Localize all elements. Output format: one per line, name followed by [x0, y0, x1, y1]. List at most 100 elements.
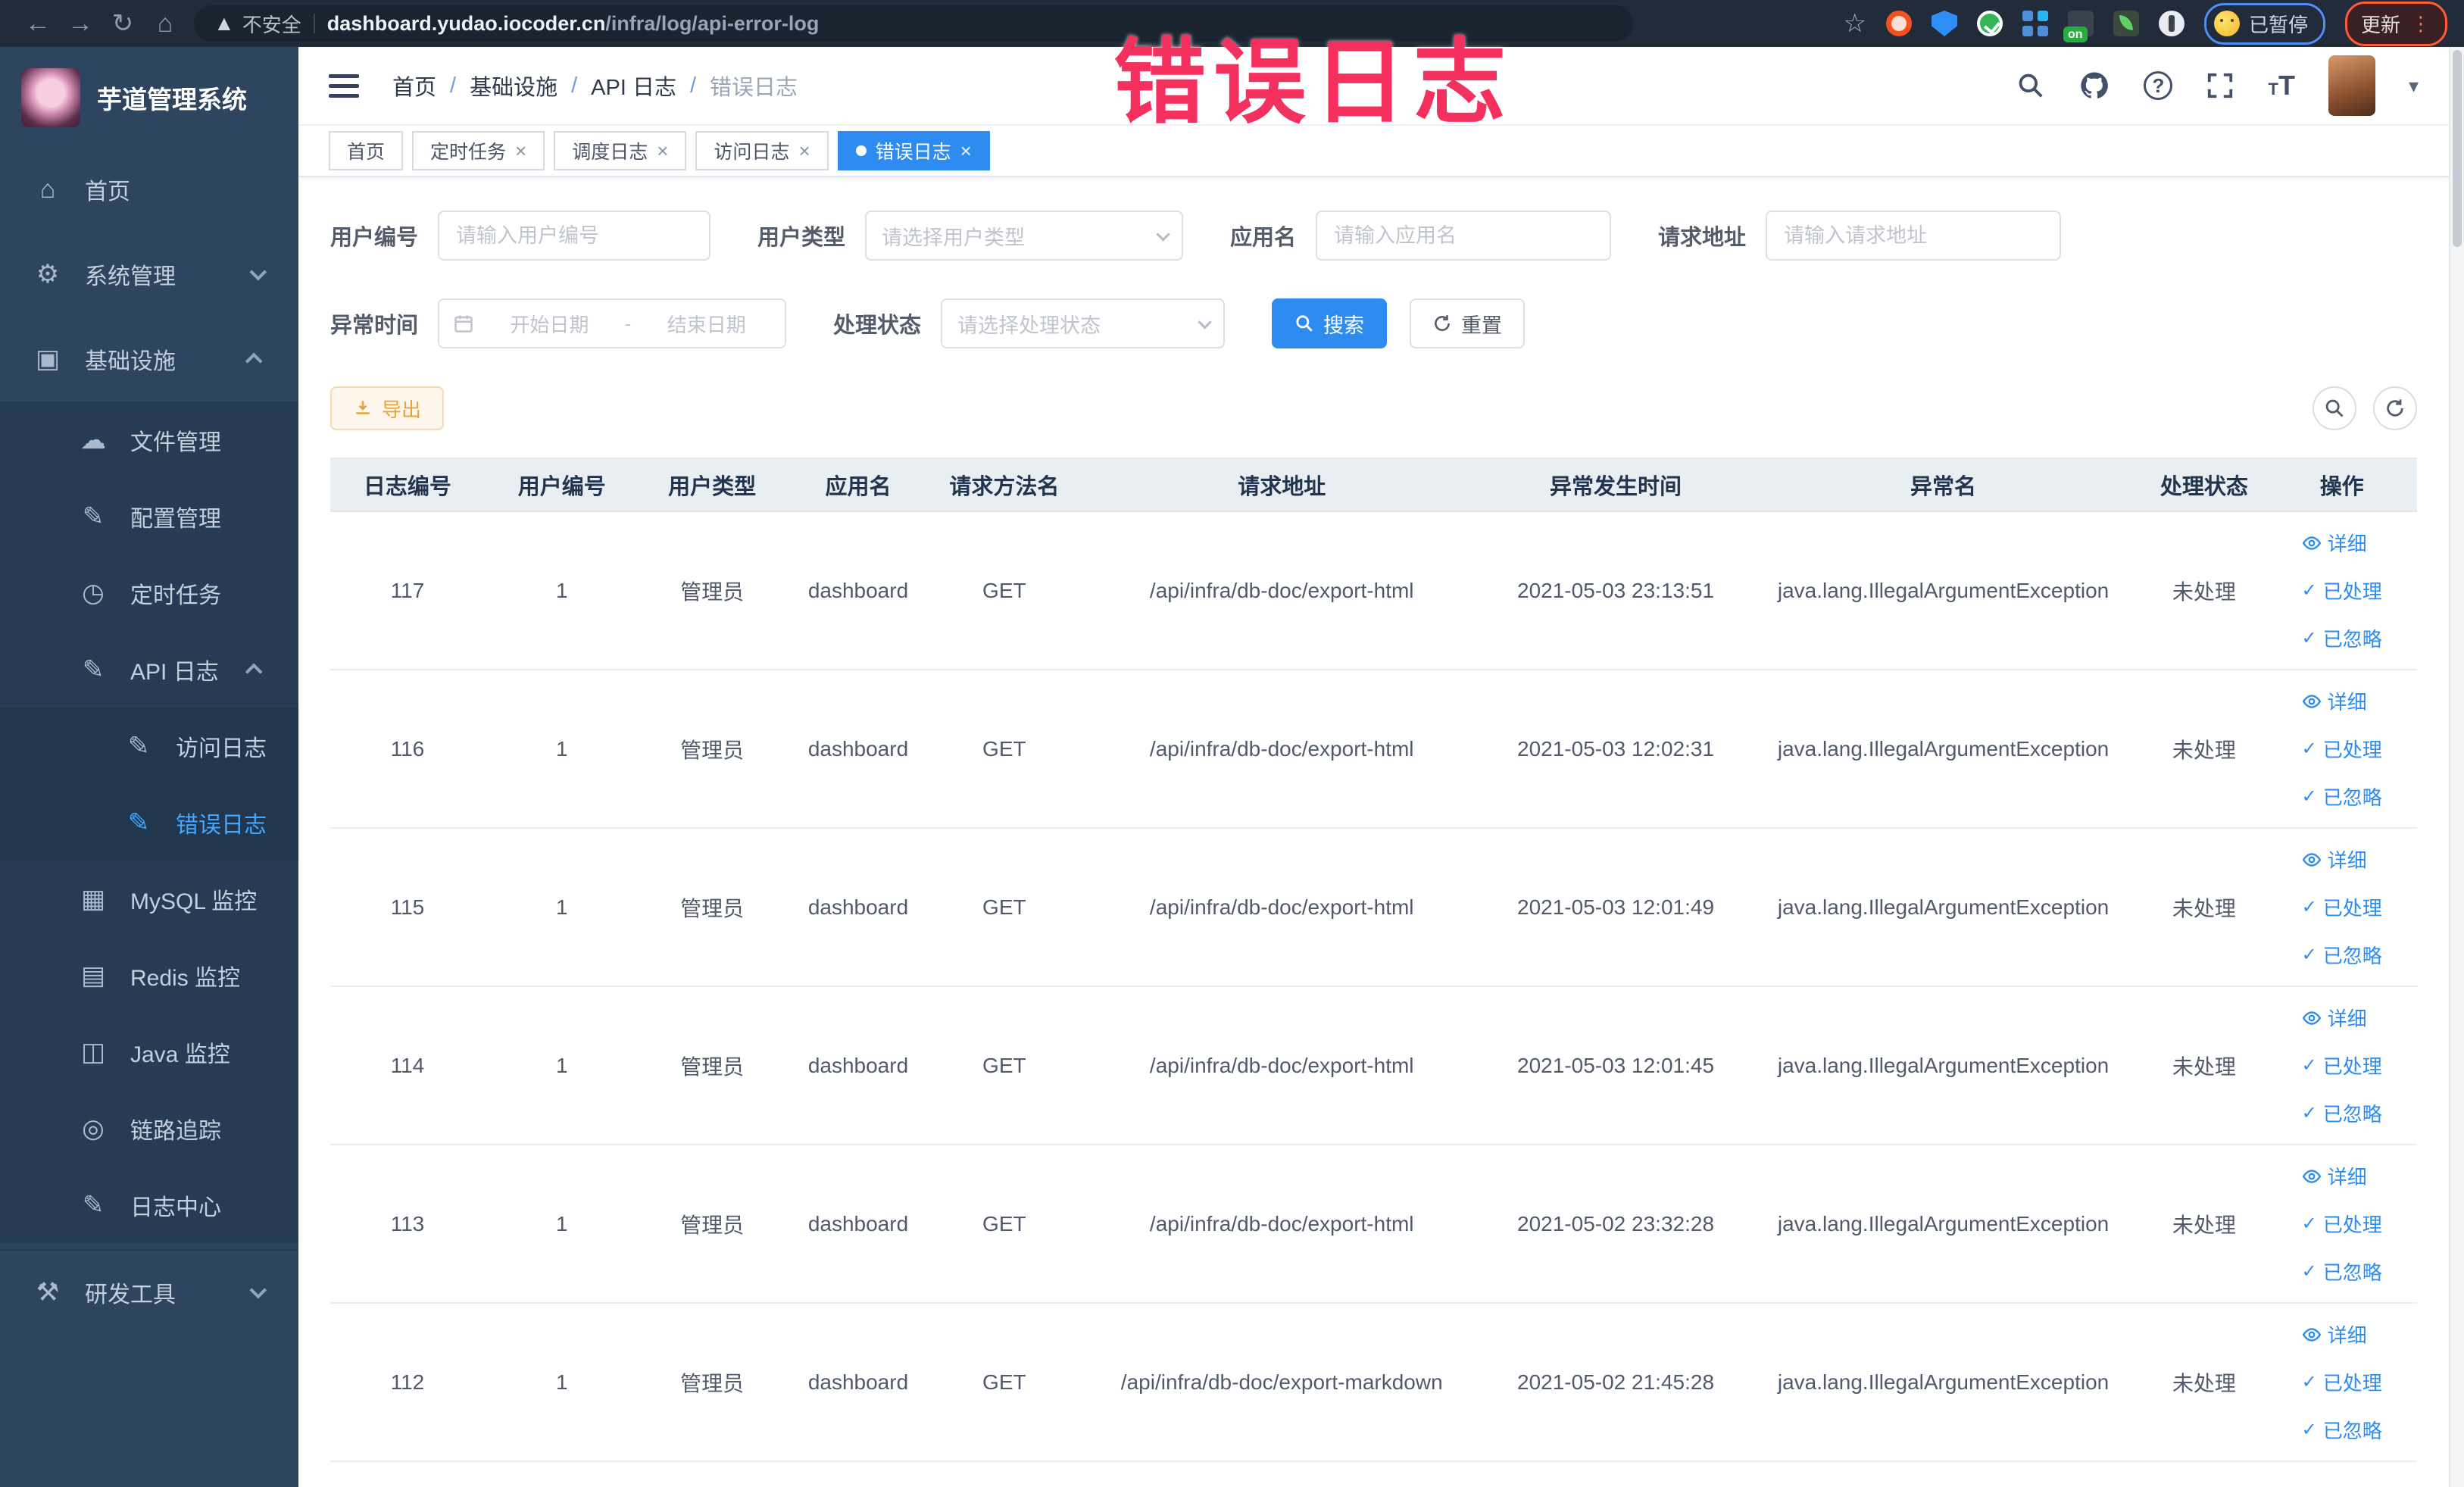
home-icon[interactable]: ⌂	[144, 9, 186, 39]
sidebar-item-基础设施[interactable]: ▣ 基础设施	[0, 317, 298, 401]
close-icon[interactable]: ×	[657, 139, 668, 163]
column-header-异常发生时间: 异常发生时间	[1550, 475, 1682, 499]
caret-down-icon[interactable]: ▾	[2409, 74, 2419, 98]
address-bar[interactable]: ▲ 不安全 dashboard.yudao.iocoder.cn /infra/…	[194, 5, 1633, 42]
forward-icon[interactable]: →	[59, 9, 101, 39]
status-text: 未处理	[2172, 738, 2236, 762]
chevron-down-icon	[1198, 314, 1212, 330]
column-header-用户编号: 用户编号	[517, 475, 606, 499]
user-avatar[interactable]	[2328, 55, 2375, 116]
hamburger-icon[interactable]	[329, 73, 359, 98]
用户类型-select[interactable]: 请选择用户类型	[865, 211, 1184, 261]
processed-link[interactable]: ✓ 已处理	[2302, 1210, 2382, 1238]
close-icon[interactable]: ×	[798, 139, 810, 163]
detail-link[interactable]: 详细	[2302, 1004, 2367, 1032]
sidebar-item-配置管理[interactable]: ✎ 配置管理	[0, 478, 298, 555]
sidebar-item-首页[interactable]: ⌂ 首页	[0, 147, 298, 232]
menu-dots-icon[interactable]: ⋮	[2411, 12, 2431, 36]
processed-link[interactable]: ✓ 已处理	[2302, 576, 2382, 604]
请求地址-input[interactable]	[1766, 211, 2062, 261]
date-range-picker[interactable]: 开始日期 - 结束日期	[438, 298, 787, 348]
help-icon[interactable]: ?	[2144, 71, 2173, 100]
detail-link[interactable]: 详细	[2302, 687, 2367, 715]
extension-badge: on	[2063, 26, 2088, 42]
ignored-link[interactable]: ✓ 已忽略	[2302, 783, 2382, 811]
fullscreen-icon[interactable]	[2206, 71, 2234, 100]
cloud-icon: ☁	[80, 425, 106, 455]
tab-访问日志[interactable]: 访问日志 ×	[695, 131, 829, 170]
ignored-link[interactable]: ✓ 已忽略	[2302, 941, 2382, 969]
sidebar-item-系统管理[interactable]: ⚙ 系统管理	[0, 232, 298, 317]
extension-icon[interactable]	[2113, 11, 2139, 36]
detail-link[interactable]: 详细	[2302, 1162, 2367, 1190]
breadcrumb-item-基础设施[interactable]: 基础设施	[470, 70, 557, 102]
sidebar-item-访问日志[interactable]: ✎ 访问日志	[0, 708, 298, 784]
sidebar-item-链路追踪[interactable]: ◎ 链路追踪	[0, 1090, 298, 1167]
search-button[interactable]: 搜索	[1272, 298, 1388, 348]
breadcrumb-item-首页[interactable]: 首页	[392, 70, 436, 102]
sidebar-item-文件管理[interactable]: ☁ 文件管理	[0, 401, 298, 478]
calendar-icon	[454, 315, 473, 333]
sidebar-item-MySQL 监控[interactable]: ▦ MySQL 监控	[0, 861, 298, 937]
top-navbar: 首页 / 基础设施 / API 日志 / 错误日志 ? TT ▾	[298, 47, 2449, 126]
应用名-input[interactable]	[1316, 211, 1612, 261]
toggle-search-button[interactable]	[2313, 386, 2356, 430]
chevron-icon	[249, 1281, 267, 1299]
tab-定时任务[interactable]: 定时任务 ×	[412, 131, 545, 170]
check-icon: ✓	[2301, 1261, 2317, 1282]
page-scrollbar[interactable]	[2449, 47, 2464, 1487]
log-icon: ✎	[127, 808, 150, 837]
processed-link[interactable]: ✓ 已处理	[2302, 735, 2382, 763]
ignored-link[interactable]: ✓ 已忽略	[2302, 1257, 2382, 1286]
detail-link[interactable]: 详细	[2302, 529, 2367, 557]
detail-link[interactable]: 详细	[2302, 845, 2367, 873]
font-size-icon[interactable]: TT	[2268, 72, 2294, 99]
reset-button[interactable]: 重置	[1410, 298, 1526, 348]
detail-link[interactable]: 详细	[2302, 1320, 2367, 1348]
processed-link[interactable]: ✓ 已处理	[2302, 893, 2382, 921]
tab-首页[interactable]: 首页	[329, 131, 404, 170]
close-icon[interactable]: ×	[960, 139, 972, 163]
breadcrumb-item-API 日志[interactable]: API 日志	[591, 70, 676, 102]
sidebar-item-Java 监控[interactable]: ◫ Java 监控	[0, 1014, 298, 1090]
extension-icon[interactable]	[2022, 11, 2048, 36]
close-icon[interactable]: ×	[515, 139, 526, 163]
app-logo-row[interactable]: 芋道管理系统	[0, 47, 298, 147]
github-icon[interactable]	[2078, 70, 2110, 102]
ignored-link[interactable]: ✓ 已忽略	[2302, 1416, 2382, 1444]
extension-icon[interactable]: on	[2063, 11, 2094, 42]
eye-icon	[2302, 1327, 2321, 1342]
sidebar-item-日志中心[interactable]: ✎ 日志中心	[0, 1167, 298, 1243]
sidebar-item-API 日志[interactable]: ✎ API 日志	[0, 631, 298, 708]
extension-icon[interactable]	[1976, 11, 2003, 36]
paused-profile-chip[interactable]: 已暂停	[2203, 2, 2325, 45]
ignored-link[interactable]: ✓ 已忽略	[2302, 624, 2382, 652]
reload-icon[interactable]: ↻	[101, 8, 144, 39]
status-text: 未处理	[2172, 1213, 2236, 1237]
sidebar-item-定时任务[interactable]: ◷ 定时任务	[0, 555, 298, 631]
sidebar-item-错误日志[interactable]: ✎ 错误日志	[0, 784, 298, 861]
chevron-icon	[245, 663, 263, 680]
tab-调度日志[interactable]: 调度日志 ×	[554, 131, 687, 170]
scrollbar-thumb[interactable]	[2453, 50, 2462, 247]
extension-icon[interactable]	[1931, 11, 1957, 36]
processed-link[interactable]: ✓ 已处理	[2302, 1051, 2382, 1079]
table-row: 116 1 管理员 dashboard GET /api/infra/db-do…	[330, 670, 2417, 829]
ignored-link[interactable]: ✓ 已忽略	[2302, 1099, 2382, 1127]
tab-错误日志[interactable]: 错误日志 ×	[837, 131, 990, 170]
extension-icon[interactable]	[1885, 11, 1912, 36]
export-button[interactable]: 导出	[330, 386, 445, 430]
navbar-actions: ? TT ▾	[2016, 55, 2419, 116]
用户编号-input[interactable]	[438, 211, 711, 261]
extension-icon[interactable]	[2158, 11, 2184, 36]
bookmark-star-icon[interactable]: ☆	[1843, 11, 1866, 36]
processed-link[interactable]: ✓ 已处理	[2302, 1368, 2382, 1396]
sidebar-item-Redis 监控[interactable]: ▤ Redis 监控	[0, 937, 298, 1014]
search-icon[interactable]	[2016, 71, 2045, 100]
sidebar-item-研发工具[interactable]: ⚒ 研发工具	[0, 1249, 298, 1334]
status-select[interactable]: 请选择处理状态	[941, 298, 1226, 348]
update-button[interactable]: 更新 ⋮	[2344, 1, 2447, 46]
app-logo	[21, 68, 80, 127]
refresh-table-button[interactable]	[2373, 386, 2417, 430]
back-icon[interactable]: ←	[17, 9, 59, 39]
